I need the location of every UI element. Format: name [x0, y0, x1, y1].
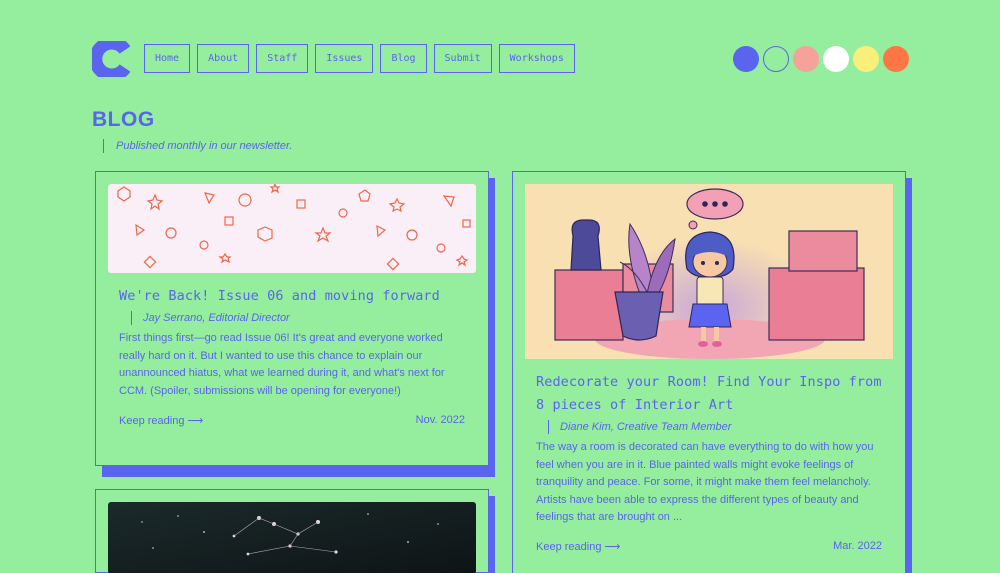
post-excerpt: The way a room is decorated can have eve…: [536, 441, 874, 524]
swatch-white[interactable]: [823, 46, 849, 72]
nav-staff[interactable]: Staff: [256, 44, 309, 73]
page-subtitle: Published monthly in our newsletter.: [103, 139, 292, 153]
night-sky-constellation[interactable]: [108, 502, 476, 573]
swatch-green[interactable]: [763, 46, 789, 72]
post-excerpt: First things first—go read Issue 06! It'…: [119, 332, 445, 397]
c-logo-icon[interactable]: [92, 41, 130, 77]
swatch-pink[interactable]: [793, 46, 819, 72]
swatch-blue[interactable]: [733, 46, 759, 72]
post-footer: Keep reading ⟶ Nov. 2022: [119, 414, 465, 427]
nav-issues[interactable]: Issues: [315, 44, 374, 73]
keep-reading-link[interactable]: Keep reading ⟶: [119, 414, 203, 427]
post-date: Nov. 2022: [415, 414, 465, 426]
theme-swatches: [733, 46, 909, 72]
post-byline: Diane Kim, Creative Team Member: [548, 420, 731, 434]
geometric-shapes-banner[interactable]: [108, 184, 476, 273]
nav-blog[interactable]: Blog: [380, 44, 427, 73]
nav-submit[interactable]: Submit: [433, 44, 492, 73]
post-title[interactable]: Redecorate your Room! Find Your Inspo fr…: [536, 371, 886, 417]
post-byline: Jay Serrano, Editorial Director: [131, 311, 290, 325]
swatch-orange[interactable]: [883, 46, 909, 72]
post-date: Mar. 2022: [833, 540, 882, 552]
post-title[interactable]: We're Back! Issue 06 and moving forward: [119, 285, 479, 308]
main-nav: Home About Staff Issues Blog Submit Work…: [144, 44, 575, 73]
page-title: BLOG: [92, 108, 155, 131]
card-body: [95, 489, 489, 573]
nav-home[interactable]: Home: [144, 44, 191, 73]
card-body: Redecorate your Room! Find Your Inspo fr…: [512, 171, 906, 573]
card-body: We're Back! Issue 06 and moving forward …: [95, 171, 489, 466]
keep-reading-link[interactable]: Keep reading ⟶: [536, 540, 620, 553]
post-footer: Keep reading ⟶ Mar. 2022: [536, 540, 882, 553]
swatch-yellow[interactable]: [853, 46, 879, 72]
nav-about[interactable]: About: [197, 44, 250, 73]
girl-in-room-illustration[interactable]: [525, 184, 893, 359]
nav-workshops[interactable]: Workshops: [498, 44, 575, 73]
